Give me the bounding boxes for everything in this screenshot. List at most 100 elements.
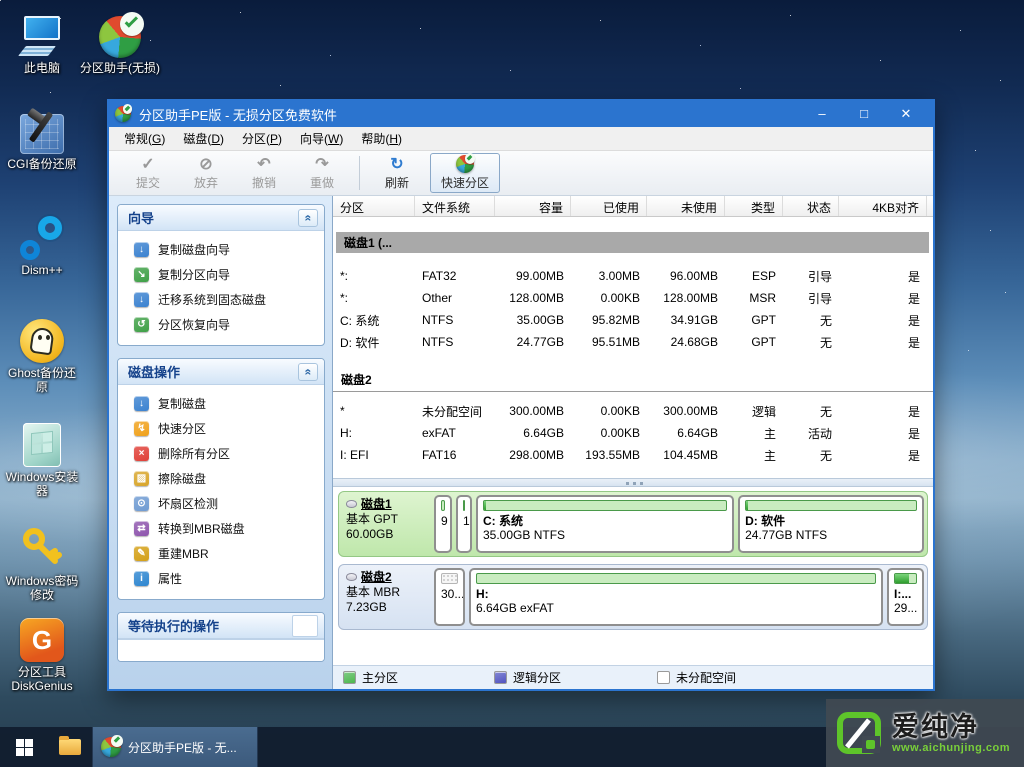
used-fill: [895, 574, 909, 583]
desktop-icon-cgi-backup[interactable]: CGI备份还原: [2, 104, 82, 171]
discard-button[interactable]: ⊘放弃: [177, 153, 235, 193]
disk-map-area: 磁盘1基本 GPT60.00GB 91C: 系统35.00GB NTFSD: 软件…: [333, 487, 933, 665]
panel-disk-operations: 磁盘操作 « ↓复制磁盘↯快速分区×删除所有分区▨擦除磁盘⊙坏扇区检测⇄转换到M…: [117, 358, 325, 600]
column-header-7[interactable]: 4KB对齐: [839, 196, 927, 216]
partition-row[interactable]: *:FAT3299.00MB3.00MB96.00MBESP引导是: [333, 265, 933, 287]
panel-wizards: 向导 « ↓复制磁盘向导↘复制分区向导↓迁移系统到固态磁盘↺分区恢复向导: [117, 204, 325, 346]
sidebar-item-label: 迁移系统到固态磁盘: [158, 291, 266, 308]
collapse-icon[interactable]: «: [298, 363, 318, 381]
sidebar-item-1-4[interactable]: ⊙坏扇区检测: [122, 491, 320, 516]
disk-map-label[interactable]: 磁盘2基本 MBR7.23GB: [342, 568, 430, 626]
partition-size: 6.64GB exFAT: [476, 601, 876, 615]
sidebar-item-icon: ⇄: [134, 521, 149, 536]
disk-group-row-0[interactable]: 磁盘1 (...: [336, 232, 929, 253]
minimize-button[interactable]: –: [801, 102, 843, 126]
partition-block[interactable]: H:6.64GB exFAT: [469, 568, 883, 626]
desktop-icon-diskgenius[interactable]: G 分区工具DiskGenius: [2, 612, 82, 693]
menu-item-g[interactable]: 常规(G): [115, 127, 174, 150]
column-header-6[interactable]: 状态: [783, 196, 839, 216]
file-explorer-button[interactable]: [48, 727, 92, 767]
sidebar-item-0-2[interactable]: ↓迁移系统到固态磁盘: [122, 287, 320, 312]
refresh-button[interactable]: ↻刷新: [368, 153, 426, 193]
menu-item-h[interactable]: 帮助(H): [352, 127, 411, 150]
cell: Other: [415, 291, 495, 305]
column-header-0[interactable]: 分区: [333, 196, 415, 216]
sidebar-item-icon: ↘: [134, 267, 149, 282]
partition-row[interactable]: D: 软件NTFS24.77GB95.51MB24.68GBGPT无是: [333, 331, 933, 353]
maximize-button[interactable]: □: [843, 102, 885, 126]
sidebar-item-1-3[interactable]: ▨擦除磁盘: [122, 466, 320, 491]
collapse-icon[interactable]: [292, 615, 318, 637]
sidebar-item-1-7[interactable]: i属性: [122, 566, 320, 591]
app-icon: [115, 106, 131, 122]
sidebar-item-0-0[interactable]: ↓复制磁盘向导: [122, 237, 320, 262]
column-header-2[interactable]: 容量: [495, 196, 571, 216]
partition-size: 9: [441, 514, 445, 528]
sidebar-item-1-0[interactable]: ↓复制磁盘: [122, 391, 320, 416]
partition-row[interactable]: C: 系统NTFS35.00GB95.82MB34.91GBGPT无是: [333, 309, 933, 331]
disk-icon: [346, 500, 357, 508]
disk-map-label[interactable]: 磁盘1基本 GPT60.00GB: [342, 495, 430, 553]
partition-block[interactable]: 9: [434, 495, 452, 553]
desktop-icon-windows-installer[interactable]: Windows安装器: [2, 417, 82, 498]
toolbar-button-label: 快速分区: [441, 174, 489, 191]
column-header-4[interactable]: 未使用: [647, 196, 725, 216]
sidebar-item-icon: ▨: [134, 471, 149, 486]
panel-disk-operations-header[interactable]: 磁盘操作 «: [118, 359, 324, 385]
desktop-icon-partition-assistant[interactable]: 分区助手(无损): [80, 8, 160, 75]
quick-partition-button[interactable]: 快速分区: [430, 153, 500, 193]
menu-item-w[interactable]: 向导(W): [291, 127, 352, 150]
menu-item-d[interactable]: 磁盘(D): [174, 127, 233, 150]
collapse-icon[interactable]: «: [298, 209, 318, 227]
stars-decoration: [0, 0, 1, 1]
panel-pending-operations-header[interactable]: 等待执行的操作: [118, 613, 324, 639]
sidebar-item-1-6[interactable]: ✎重建MBR: [122, 541, 320, 566]
sidebar-item-1-5[interactable]: ⇄转换到MBR磁盘: [122, 516, 320, 541]
desktop-icon-windows-password[interactable]: Windows密码修改: [2, 521, 82, 602]
partition-block[interactable]: D: 软件24.77GB NTFS: [738, 495, 924, 553]
disk-name: 磁盘1: [361, 497, 392, 512]
disk-group-row-1[interactable]: 磁盘2: [333, 369, 933, 392]
panel-wizards-header[interactable]: 向导 «: [118, 205, 324, 231]
cell: 主: [725, 447, 783, 464]
partition-block[interactable]: I:...29...: [887, 568, 924, 626]
partition-block[interactable]: C: 系统35.00GB NTFS: [476, 495, 734, 553]
disk-map-1: 磁盘1基本 GPT60.00GB 91C: 系统35.00GB NTFSD: 软件…: [338, 491, 928, 557]
menu-item-p[interactable]: 分区(P): [233, 127, 291, 150]
splitter-handle[interactable]: [333, 478, 933, 487]
usage-bar: [745, 500, 917, 511]
partition-list-area: 分区文件系统容量已使用未使用类型状态4KB对齐 磁盘1 (... *:FAT329…: [333, 196, 933, 689]
column-header-3[interactable]: 已使用: [571, 196, 647, 216]
column-header-1[interactable]: 文件系统: [415, 196, 495, 216]
sidebar-item-1-1[interactable]: ↯快速分区: [122, 416, 320, 441]
cell: 3.00MB: [571, 269, 647, 283]
taskbar-task-partition-assistant[interactable]: 分区助手PE版 - 无...: [92, 727, 258, 767]
toolbar-button-label: 提交: [136, 174, 160, 191]
desktop-icon-label: 此电脑: [2, 61, 82, 75]
start-button[interactable]: [0, 727, 48, 767]
partition-row[interactable]: *:Other128.00MB0.00KB128.00MBMSR引导是: [333, 287, 933, 309]
cell: *:: [333, 269, 415, 283]
redo-button[interactable]: ↷重做: [293, 153, 351, 193]
sidebar-item-0-3[interactable]: ↺分区恢复向导: [122, 312, 320, 337]
partition-block[interactable]: 30...: [434, 568, 465, 626]
disk-meta: 基本 MBR: [346, 585, 428, 600]
undo-button[interactable]: ↶撤销: [235, 153, 293, 193]
desktop-icon-ghost-backup[interactable]: Ghost备份还原: [2, 313, 82, 394]
partition-block[interactable]: 1: [456, 495, 472, 553]
column-header-5[interactable]: 类型: [725, 196, 783, 216]
desktop-icon-dism[interactable]: Dism++: [2, 210, 82, 277]
close-button[interactable]: ✕: [885, 102, 927, 126]
commit-button[interactable]: ✓提交: [119, 153, 177, 193]
usage-bar: [476, 573, 876, 584]
cell: 99.00MB: [495, 269, 571, 283]
sidebar-item-0-1[interactable]: ↘复制分区向导: [122, 262, 320, 287]
used-fill: [746, 501, 748, 510]
partition-row[interactable]: I: EFIFAT16298.00MB193.55MB104.45MB主无是: [333, 444, 933, 466]
cell: 35.00GB: [495, 313, 571, 327]
desktop-icon-this-pc[interactable]: 此电脑: [2, 8, 82, 75]
partition-row[interactable]: *未分配空间300.00MB0.00KB300.00MB逻辑无是: [333, 400, 933, 422]
title-bar[interactable]: 分区助手PE版 - 无损分区免费软件 – □ ✕: [109, 101, 933, 127]
partition-row[interactable]: H:exFAT6.64GB0.00KB6.64GB主活动是: [333, 422, 933, 444]
sidebar-item-1-2[interactable]: ×删除所有分区: [122, 441, 320, 466]
